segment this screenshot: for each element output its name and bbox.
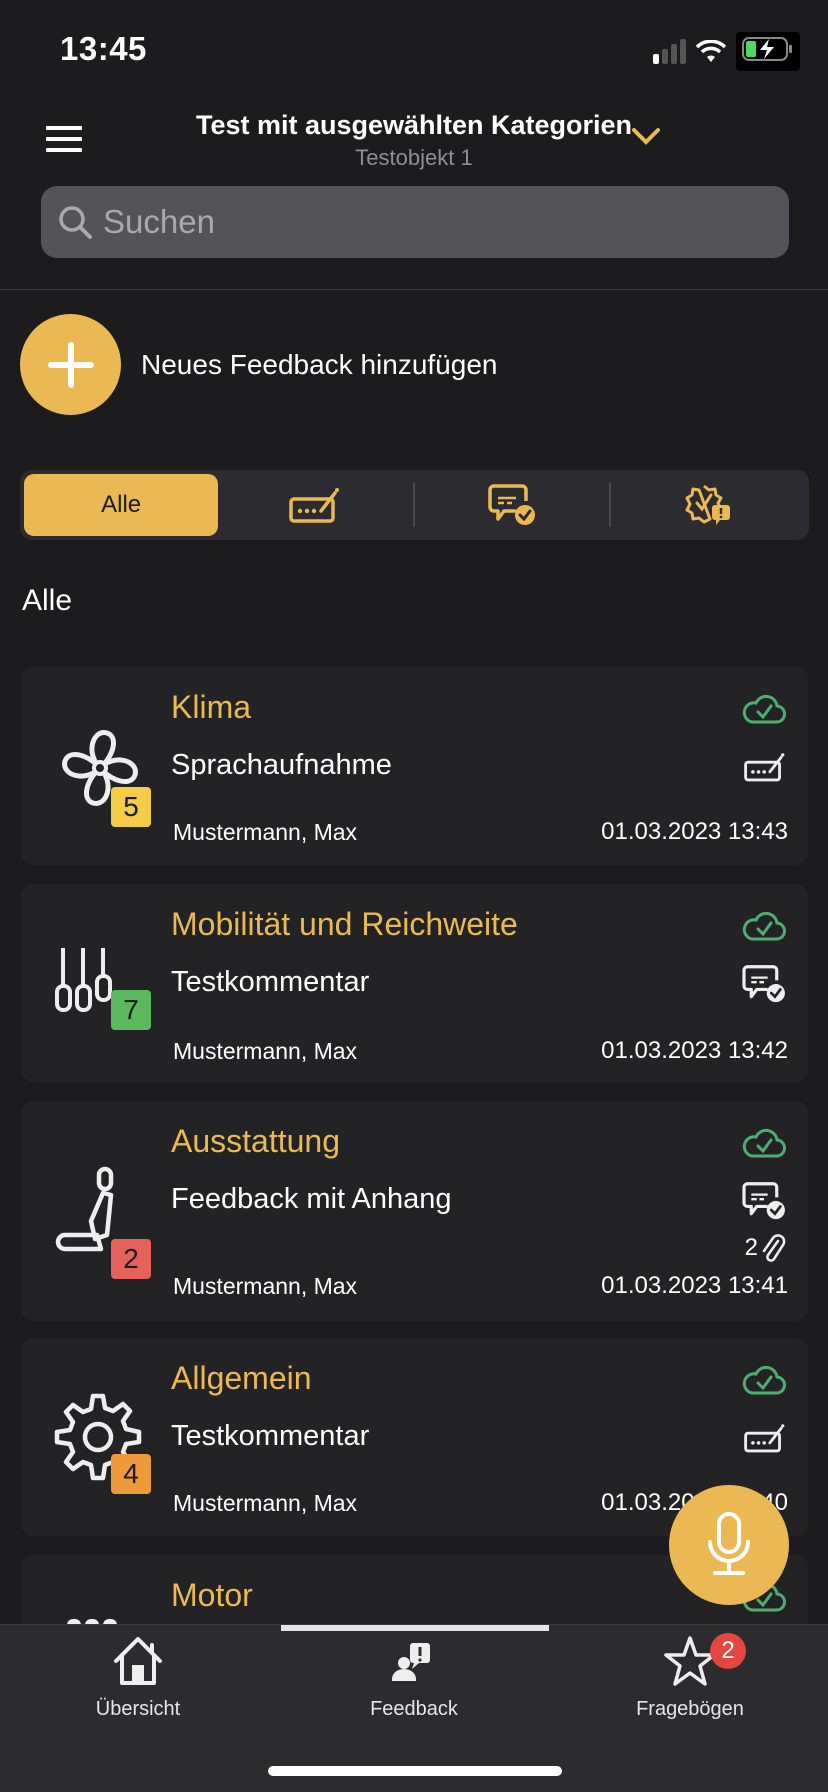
add-feedback-button[interactable]: Neues Feedback hinzufügen	[20, 314, 497, 415]
rating-value: 7	[123, 994, 139, 1025]
tab-feedback-label: Feedback	[370, 1698, 458, 1720]
rating-badge: 4	[111, 1454, 151, 1494]
add-feedback-label: Neues Feedback hinzufügen	[141, 348, 498, 380]
cloud-synced-icon	[742, 1128, 786, 1158]
feedback-user: Mustermann, Max	[173, 1273, 358, 1299]
microphone-icon	[708, 1512, 750, 1575]
search-icon	[59, 206, 92, 239]
active-tab-indicator	[281, 1625, 549, 1631]
rating-badge: 2	[111, 1239, 151, 1279]
status-time: 13:45	[60, 30, 147, 67]
battery-icon	[736, 32, 800, 71]
text-input-icon	[289, 488, 340, 523]
comment-check-icon	[742, 1182, 785, 1220]
status-bar: 13:45	[0, 0, 828, 100]
home-indicator	[268, 1766, 562, 1776]
chevron-down-icon[interactable]	[630, 126, 662, 148]
filter-all-label: Alle	[101, 491, 142, 518]
attachment-count: 2	[745, 1233, 786, 1263]
feedback-date: 01.03.2023 13:43	[601, 818, 788, 845]
feedback-date: 01.03.2023 13:42	[601, 1037, 788, 1064]
cloud-synced-icon	[742, 694, 786, 724]
feedback-description: Testkommentar	[171, 1420, 370, 1452]
star-icon	[664, 1636, 716, 1686]
feedback-description: Sprachaufnahme	[171, 749, 392, 781]
comment-check-icon	[487, 484, 535, 525]
paperclip-icon	[762, 1234, 786, 1262]
header: Test mit ausgewählten Kategorien Testobj…	[0, 100, 828, 290]
wifi-icon	[696, 39, 726, 62]
feedback-user: Mustermann, Max	[173, 819, 358, 845]
notification-badge: 2	[710, 1633, 746, 1669]
notification-count: 2	[721, 1637, 735, 1664]
tab-overview-label: Übersicht	[95, 1698, 181, 1720]
filter-alert-tab[interactable]	[611, 474, 805, 536]
page-subtitle: Testobjekt 1	[355, 145, 473, 170]
category-icon-wrap: 4	[54, 1393, 155, 1504]
tab-questionnaires-label: Fragebögen	[636, 1698, 744, 1720]
feedback-user: Mustermann, Max	[173, 1038, 358, 1064]
feedback-date: 01.03.2023 13:41	[601, 1272, 788, 1299]
plus-icon	[47, 341, 94, 388]
status-icons	[653, 32, 800, 71]
badge-alert-icon	[685, 484, 730, 525]
filter-comment-tab[interactable]	[415, 474, 609, 536]
title-block[interactable]: Test mit ausgewählten Kategorien Testobj…	[0, 110, 828, 171]
cloud-synced-icon	[742, 911, 786, 941]
voice-record-button[interactable]	[669, 1485, 789, 1605]
search-input[interactable]	[103, 203, 753, 241]
section-title: Alle	[22, 584, 73, 617]
category-icon-wrap: 5	[55, 723, 155, 833]
rating-value: 4	[123, 1458, 139, 1489]
feedback-category: Motor	[171, 1577, 253, 1613]
feedback-icon	[392, 1643, 430, 1681]
text-input-icon	[744, 1424, 785, 1453]
feedback-card[interactable]: 2 Ausstattung Feedback mit Anhang Muster…	[21, 1101, 808, 1321]
feedback-user: Mustermann, Max	[173, 1490, 358, 1516]
feedback-description: Testkommentar	[171, 966, 370, 998]
cloud-synced-icon	[742, 1365, 786, 1395]
feedback-description: Feedback mit Anhang	[171, 1183, 452, 1215]
rating-badge: 5	[111, 787, 151, 827]
feedback-card[interactable]: 7 Mobilität und Reichweite Testkommentar…	[21, 884, 808, 1082]
tab-overview[interactable]: Übersicht	[38, 1635, 238, 1721]
filter-all-tab[interactable]: Alle	[24, 474, 219, 536]
add-feedback-circle[interactable]	[20, 314, 121, 415]
rating-badge: 7	[111, 990, 151, 1030]
text-input-icon	[744, 753, 785, 782]
gear-shift-icon	[55, 948, 112, 1012]
filter-text-tab[interactable]	[218, 474, 412, 536]
feedback-category: Allgemein	[171, 1360, 312, 1396]
home-icon	[114, 1637, 162, 1685]
feedback-category: Klima	[171, 689, 252, 725]
feedback-card[interactable]: 5 Klima Sprachaufnahme Mustermann, Max 0…	[21, 667, 808, 865]
page-title[interactable]: Test mit ausgewählten Kategorien	[196, 110, 632, 141]
tab-questionnaires[interactable]: Fragebögen 2	[590, 1633, 790, 1721]
category-icon-wrap: 7	[55, 946, 155, 1056]
attachment-count-value: 2	[744, 1234, 758, 1261]
feedback-category: Ausstattung	[171, 1123, 340, 1159]
rating-value: 5	[123, 791, 139, 822]
search-field[interactable]	[41, 186, 789, 258]
tab-feedback[interactable]: Feedback	[314, 1635, 514, 1721]
rating-value: 2	[123, 1243, 139, 1274]
comment-check-icon	[742, 965, 785, 1003]
signal-icon	[653, 38, 686, 64]
category-icon-wrap: 2	[55, 1165, 155, 1279]
filter-segmented-control: Alle	[20, 470, 809, 540]
feedback-category: Mobilität und Reichweite	[171, 906, 518, 942]
